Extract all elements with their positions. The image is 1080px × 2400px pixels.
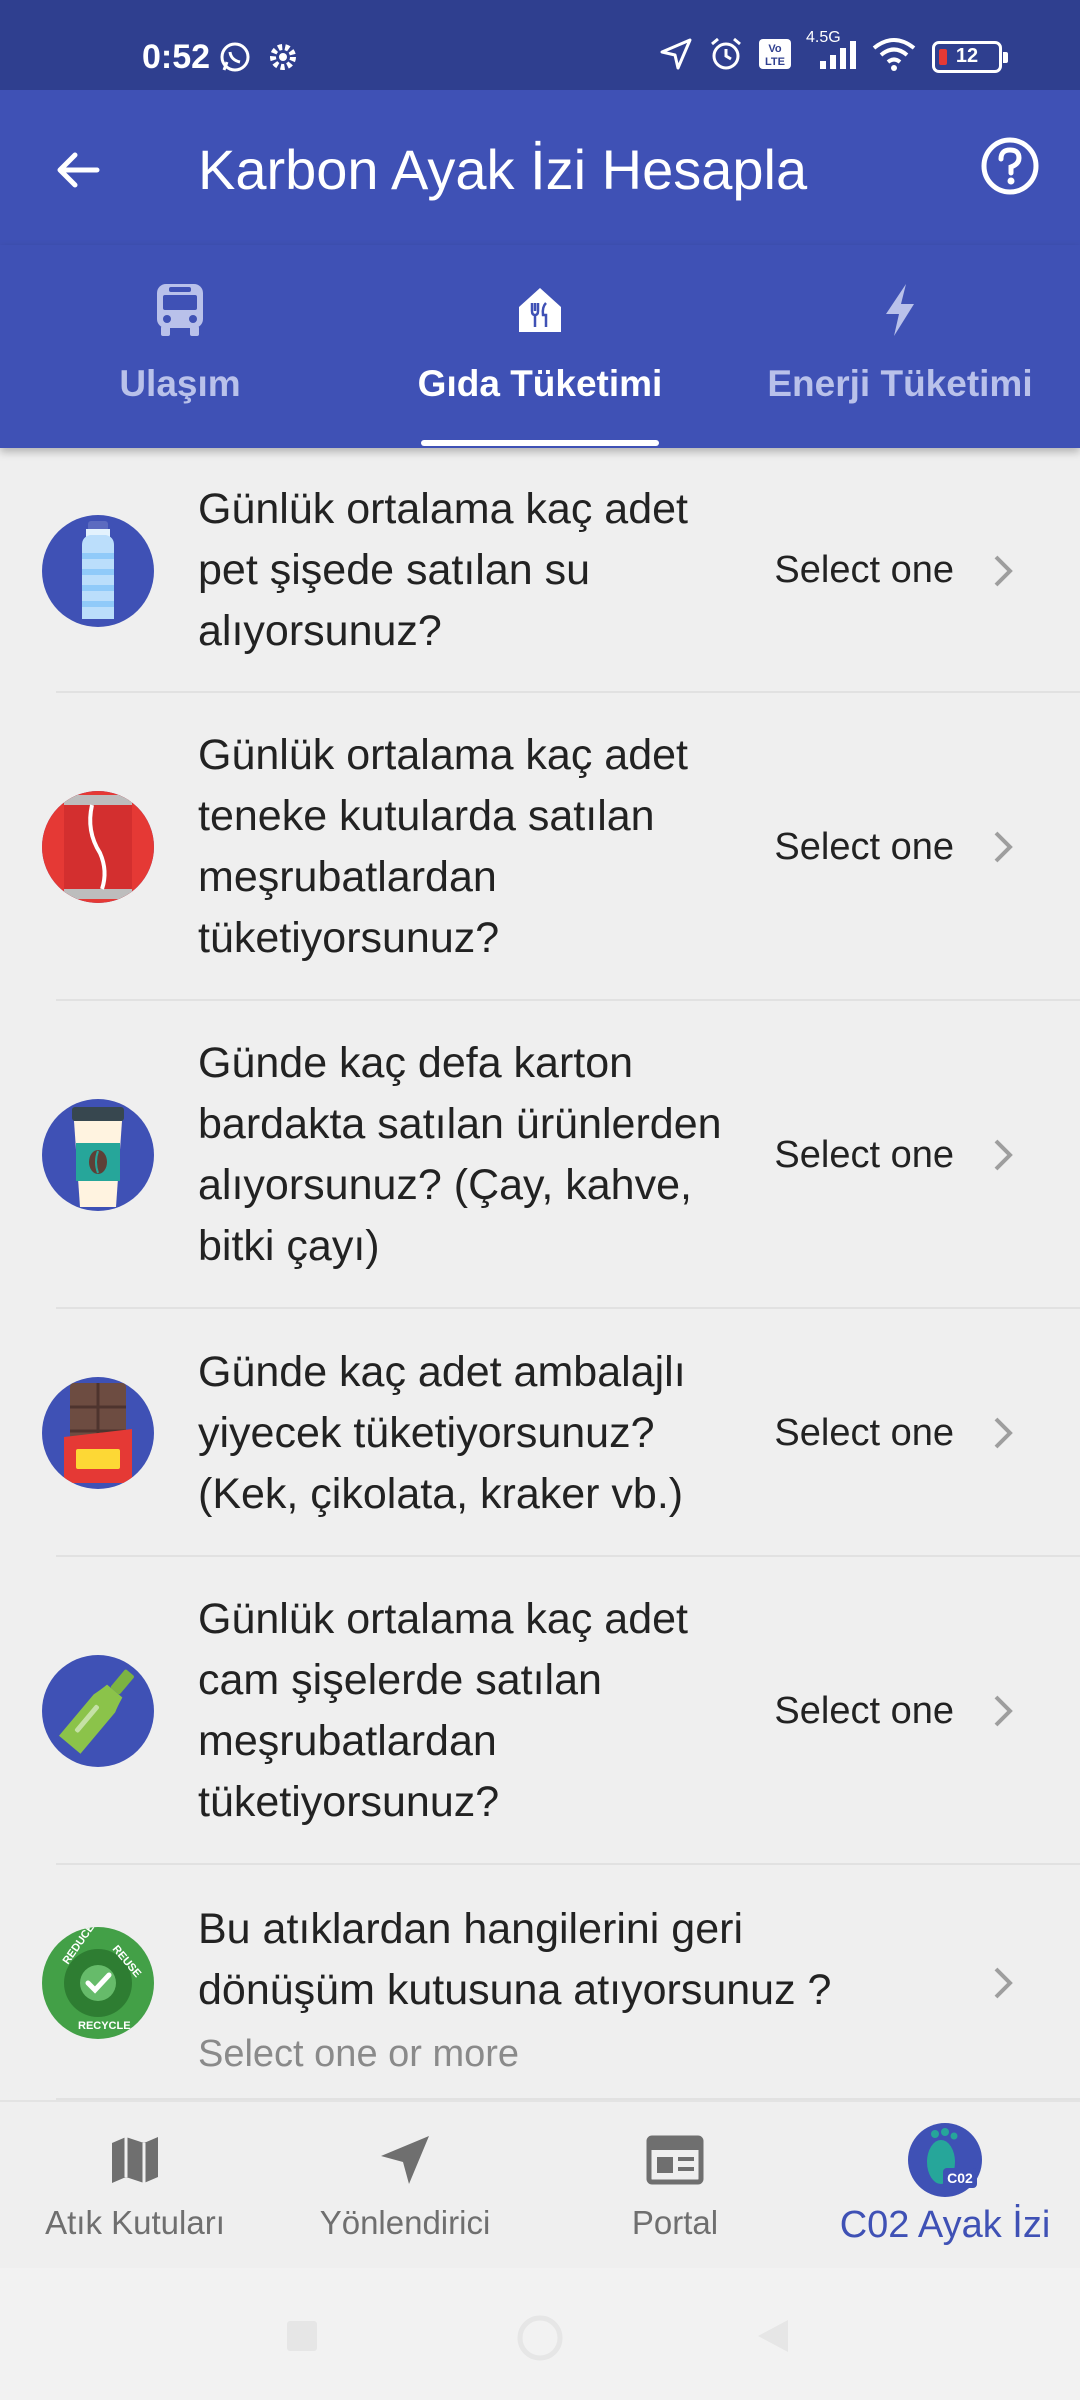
- select-value[interactable]: Select one: [774, 1134, 954, 1177]
- wifi-icon: [870, 36, 918, 77]
- settings-gear-icon: [266, 40, 300, 79]
- nav-atik-kutulari[interactable]: Atık Kutuları: [0, 2102, 270, 2270]
- category-tabs: Ulaşım Gıda Tüketimi Enerji Tüketimi: [0, 245, 1080, 448]
- arrow-back-icon: [57, 152, 100, 188]
- tab-gida-tuketimi[interactable]: Gıda Tüketimi: [400, 245, 680, 448]
- chevron-right-icon: [988, 1691, 1018, 1731]
- bottom-navigation: Atık Kutuları Yönlendirici Portal C02 C0…: [0, 2100, 1080, 2268]
- recycle-badge-icon: REDUCE REUSE RECYCLE: [42, 1926, 154, 2039]
- status-right-icons: Vo LTE 4.5G 12: [658, 29, 1008, 77]
- chevron-right-icon: [988, 1135, 1018, 1175]
- help-button[interactable]: [970, 126, 1050, 206]
- back-button[interactable]: [38, 130, 118, 210]
- chevron-right-icon: [988, 551, 1018, 591]
- nav-yonlendirici[interactable]: Yönlendirici: [270, 2102, 540, 2270]
- recent-apps-icon[interactable]: [284, 2318, 320, 2359]
- co2-badge-text: C02: [947, 2170, 973, 2186]
- bolt-icon: [882, 275, 918, 345]
- glass-bottle-icon: [42, 1655, 154, 1767]
- question-text: Günlük ortalama kaç adet pet şişede satı…: [198, 485, 688, 655]
- select-value[interactable]: Select one: [774, 1412, 954, 1455]
- nav-label: C02 Ayak İzi: [839, 2204, 1051, 2246]
- tab-label: Ulaşım: [119, 363, 241, 404]
- tab-label: Enerji Tüketimi: [767, 363, 1033, 404]
- status-bar: 0:52 Vo LTE 4.5G 12: [0, 0, 1080, 90]
- restaurant-icon: [515, 275, 565, 345]
- map-icon: [108, 2128, 162, 2192]
- question-text: Günlük ortalama kaç adet cam şişelerde s…: [198, 1595, 688, 1826]
- water-bottle-icon: [42, 514, 154, 627]
- active-tab-indicator: [421, 440, 659, 446]
- alarm-icon: [708, 36, 744, 77]
- chevron-right-icon: [988, 1963, 1018, 2003]
- battery-level: 12: [955, 45, 979, 67]
- svg-text:Vo: Vo: [768, 43, 782, 55]
- chevron-right-icon: [988, 827, 1018, 867]
- portal-icon: [646, 2128, 704, 2192]
- back-triangle-icon[interactable]: [752, 2316, 792, 2361]
- nav-label: Atık Kutuları: [45, 2204, 225, 2241]
- chevron-right-icon: [988, 1413, 1018, 1453]
- list-item[interactable]: Günde kaç defa karton bardakta satılan ü…: [0, 1001, 1080, 1309]
- tab-ulasim[interactable]: Ulaşım: [40, 245, 320, 448]
- location-arrow-icon: [658, 36, 694, 77]
- cellular-signal-icon: 4.5G: [806, 29, 856, 76]
- system-navigation-bar: [0, 2268, 1080, 2400]
- soda-can-icon: [42, 791, 154, 903]
- list-item[interactable]: Günlük ortalama kaç adet teneke kutulard…: [0, 693, 1080, 1001]
- question-list: Günlük ortalama kaç adet pet şişede satı…: [0, 448, 1080, 2100]
- badge-recycle-text: RECYCLE: [78, 2020, 131, 2032]
- nav-label: Portal: [631, 2204, 719, 2241]
- status-time: 0:52: [142, 38, 211, 76]
- list-item[interactable]: Günde kaç adet ambalajlı yiyecek tüketiy…: [0, 1309, 1080, 1557]
- volte-icon: Vo LTE: [758, 38, 792, 75]
- navigation-icon: [377, 2128, 433, 2192]
- whatsapp-icon: [218, 40, 252, 79]
- battery-icon: 12: [932, 40, 1008, 73]
- question-hint: Select one or more: [198, 2033, 520, 2075]
- question-text: Bu atıklardan hangilerini geri dönüşüm k…: [198, 1905, 832, 2014]
- status-left-icons: [218, 40, 300, 79]
- select-value[interactable]: Select one: [774, 1690, 954, 1733]
- nav-portal[interactable]: Portal: [540, 2102, 810, 2270]
- select-value[interactable]: Select one: [774, 549, 954, 592]
- chocolate-bar-icon: [42, 1377, 154, 1489]
- question-text: Günde kaç defa karton bardakta satılan ü…: [198, 1039, 722, 1270]
- svg-text:LTE: LTE: [765, 56, 785, 68]
- list-item[interactable]: Günlük ortalama kaç adet cam şişelerde s…: [0, 1557, 1080, 1865]
- page-title: Karbon Ayak İzi Hesapla: [198, 138, 808, 201]
- tab-enerji-tuketimi[interactable]: Enerji Tüketimi: [760, 245, 1040, 448]
- network-type: 4.5G: [806, 29, 841, 46]
- tab-label: Gıda Tüketimi: [417, 363, 663, 404]
- list-item-recycle[interactable]: REDUCE REUSE RECYCLE Bu atıklardan hangi…: [0, 1865, 1080, 2100]
- select-value[interactable]: Select one: [774, 826, 954, 869]
- question-text: Günde kaç adet ambalajlı yiyecek tüketiy…: [198, 1347, 686, 1518]
- nav-label: Yönlendirici: [319, 2204, 491, 2241]
- list-item[interactable]: Günlük ortalama kaç adet pet şişede satı…: [0, 448, 1080, 693]
- nav-co2-ayak-izi[interactable]: C02 C02 Ayak İzi: [810, 2102, 1080, 2270]
- bus-icon: [154, 275, 206, 345]
- home-icon[interactable]: [516, 2314, 564, 2367]
- app-bar: Karbon Ayak İzi Hesapla: [0, 90, 1080, 245]
- help-circle-icon: [981, 137, 1039, 195]
- question-text: Günlük ortalama kaç adet teneke kutulard…: [198, 731, 688, 962]
- coffee-cup-icon: [42, 1099, 154, 1211]
- co2-footprint-icon: C02: [907, 2122, 983, 2198]
